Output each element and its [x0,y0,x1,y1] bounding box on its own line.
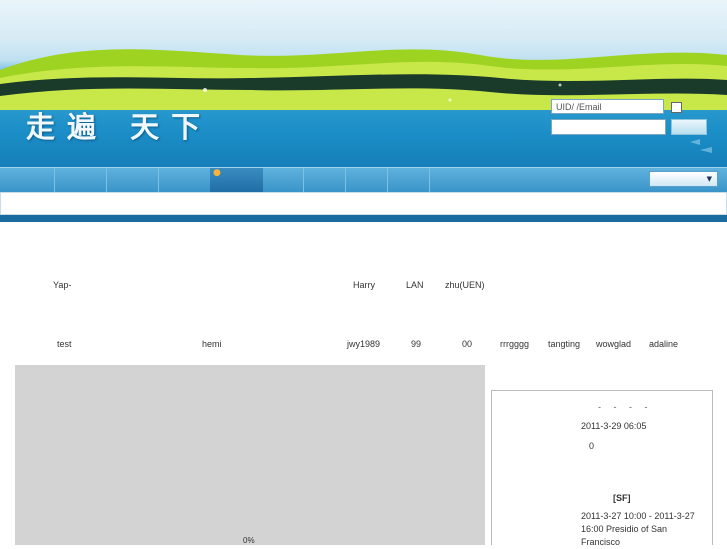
nav-item-1[interactable] [0,168,55,192]
event-count: 0 [589,441,595,451]
member-name[interactable]: wowglad [596,339,631,349]
events-sidebar: - - - - 2011-3-29 06:05 0 [SF] 2011-3-27… [491,390,713,547]
event-place: Francisco [581,537,621,547]
member-name[interactable]: Yap- [53,280,71,290]
member-name[interactable]: zhu(UEN) [445,280,485,290]
new-badge-icon: ● [213,168,221,178]
remember-me-checkbox[interactable] [671,102,682,113]
nav-item-9[interactable] [387,168,430,192]
member-name[interactable]: test [57,339,72,349]
nav-item-7[interactable] [303,168,346,192]
event-time: 2011-3-29 06:05 [581,421,647,431]
event-time: 2011-3-27 10:00 - 2011-3-27 [581,511,695,521]
event-tag[interactable]: [SF] [613,492,631,505]
member-name[interactable]: rrrgggg [500,339,529,349]
nav-item-2[interactable] [54,168,107,192]
nav-item-6[interactable] [263,168,304,192]
main-nav: ● [0,167,727,192]
member-name[interactable]: 00 [462,339,472,349]
member-name[interactable]: adaline [649,339,678,349]
event-place: 16:00 Presidio of San [581,524,668,534]
member-name[interactable]: LAN [406,280,424,290]
sub-nav-bar [0,192,727,215]
member-name[interactable]: 99 [411,339,421,349]
member-name[interactable]: Harry [353,280,375,290]
member-name[interactable]: hemi [202,339,222,349]
nav-item-4[interactable] [158,168,211,192]
progress-percent: 0% [243,536,255,545]
uid-email-input[interactable]: UID/ /Email [551,99,664,114]
nav-item-active[interactable]: ● [210,168,263,192]
divider [492,390,712,391]
nav-item-8[interactable] [345,168,388,192]
login-button[interactable] [671,119,707,135]
password-input[interactable] [551,119,666,135]
event-dashes: - - - - [598,402,648,412]
member-name[interactable]: jwy1989 [347,339,380,349]
content-loading-panel: 0% [15,365,485,545]
sub-nav-strip [0,215,727,222]
chevron-down-icon: ▼ [706,175,712,183]
nav-item-3[interactable] [106,168,159,192]
city-select[interactable]: ▼ [649,171,718,187]
site-logo[interactable]: 走遍 天下 [26,104,212,146]
member-name[interactable]: tangting [548,339,580,349]
